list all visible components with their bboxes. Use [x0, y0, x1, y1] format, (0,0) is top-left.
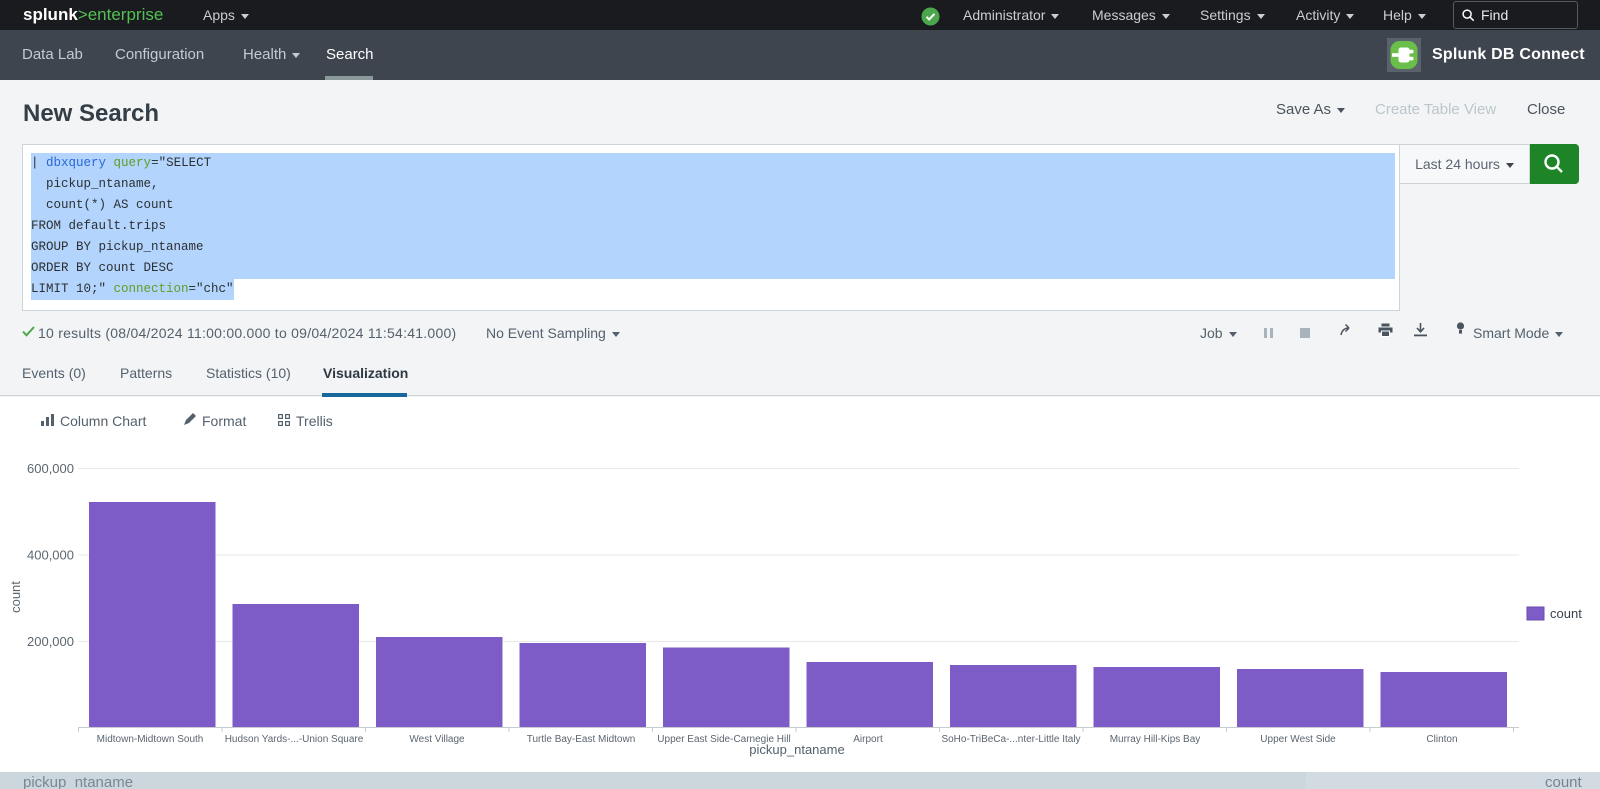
svg-text:Airport: Airport: [853, 734, 883, 745]
svg-text:600,000: 600,000: [27, 461, 74, 476]
svg-text:West Village: West Village: [409, 734, 465, 745]
svg-text:Turtle Bay-East Midtown: Turtle Bay-East Midtown: [527, 734, 636, 745]
svg-text:count: count: [1550, 606, 1582, 621]
svg-text:Hudson Yards-...-Union Square: Hudson Yards-...-Union Square: [225, 734, 364, 745]
svg-text:Midtown-Midtown South: Midtown-Midtown South: [97, 734, 204, 745]
svg-text:400,000: 400,000: [27, 548, 74, 563]
svg-text:SoHo-TriBeCa-...nter-Little It: SoHo-TriBeCa-...nter-Little Italy: [941, 734, 1080, 745]
svg-text:200,000: 200,000: [27, 634, 74, 649]
svg-text:pickup_ntaname: pickup_ntaname: [749, 742, 844, 757]
svg-text:count: count: [8, 581, 23, 613]
svg-text:Murray Hill-Kips Bay: Murray Hill-Kips Bay: [1110, 734, 1201, 745]
svg-text:Upper West Side: Upper West Side: [1260, 734, 1336, 745]
svg-text:Clinton: Clinton: [1426, 734, 1457, 745]
